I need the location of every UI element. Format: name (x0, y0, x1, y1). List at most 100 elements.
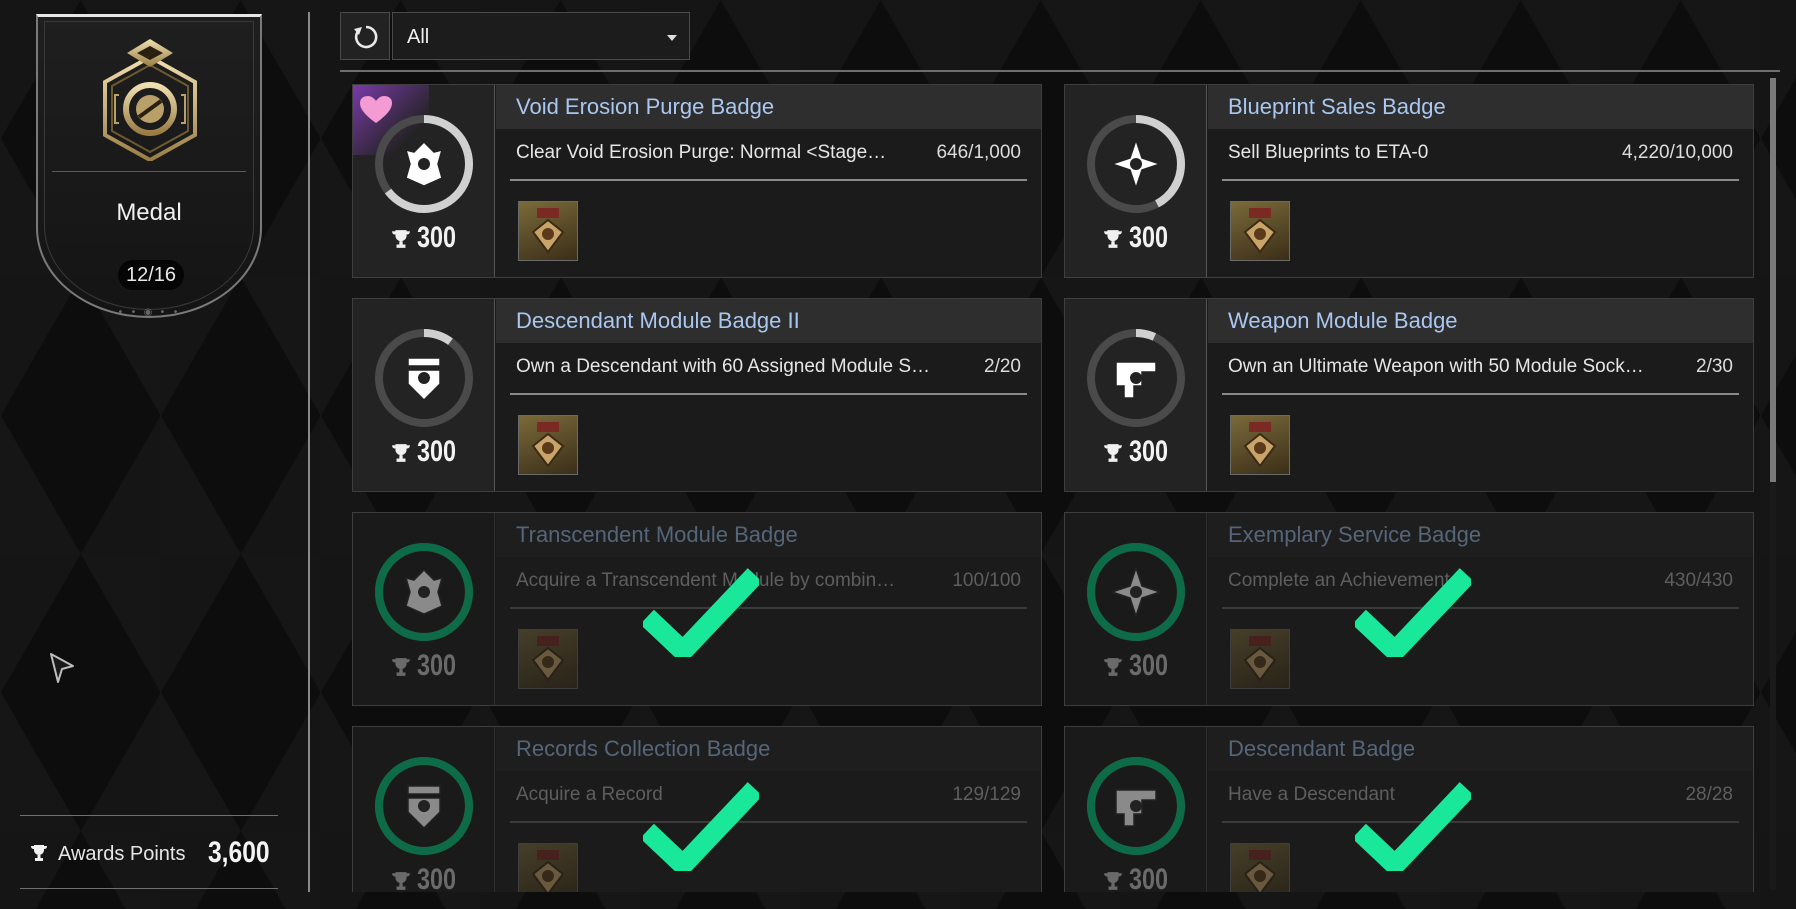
badge-card[interactable]: 300 Exemplary Service Badge Complete an … (1064, 512, 1754, 706)
badge-progress-ring (1087, 329, 1185, 427)
badge-title: Descendant Module Badge II (516, 308, 800, 333)
badge-progress-ring (375, 757, 473, 855)
badge-icon-box: 300 (1065, 299, 1207, 491)
badge-emblem-icon (407, 357, 441, 402)
badge-card[interactable]: 300 Descendant Module Badge II Own a Des… (352, 298, 1042, 492)
badge-points-value: 300 (1129, 863, 1169, 892)
medal-category-card[interactable]: Medal 12/16 • • ◉ • • (36, 14, 262, 318)
awards-points-bar: Awards Points 3,600 (20, 815, 278, 889)
badge-points-value: 300 (417, 435, 457, 468)
medal-reward-icon (531, 850, 565, 892)
badge-divider (510, 179, 1027, 181)
filter-dropdown[interactable]: All (392, 12, 690, 60)
badge-icon-box: 300 (1065, 513, 1207, 705)
badge-points-value: 300 (1129, 649, 1169, 682)
badge-divider (510, 821, 1027, 823)
badge-icon-box: 300 (353, 85, 495, 277)
badge-progress-text: 2/20 (984, 356, 1021, 377)
badge-card[interactable]: 300 Blueprint Sales Badge Sell Blueprint… (1064, 84, 1754, 278)
badge-divider (1222, 179, 1739, 181)
badge-divider (1222, 393, 1739, 395)
badge-title: Exemplary Service Badge (1228, 522, 1482, 547)
trophy-icon (1104, 230, 1122, 248)
badge-card[interactable]: 300 Descendant Badge Have a Descendant 2… (1064, 726, 1754, 892)
badge-points-value: 300 (1129, 435, 1169, 468)
badge-points-value: 300 (417, 221, 457, 254)
badge-reward-item[interactable] (518, 415, 578, 475)
badge-emblem-icon (1115, 361, 1157, 399)
badge-progress-ring (1087, 543, 1185, 641)
scrollbar[interactable] (1770, 78, 1776, 890)
badge-icon-box: 300 (353, 299, 495, 491)
badge-card[interactable]: 300 Transcendent Module Badge Acquire a … (352, 512, 1042, 706)
badge-progress-ring (375, 115, 473, 213)
badge-emblem-icon (1109, 565, 1163, 619)
badge-progress-ring (375, 329, 473, 427)
check-icon (1355, 568, 1471, 657)
left-panel: Medal 12/16 • • ◉ • • Awards Points 3,60… (0, 0, 300, 909)
badge-points-value: 300 (417, 649, 457, 682)
badge-points-value: 300 (1129, 221, 1169, 254)
badge-divider (1222, 821, 1739, 823)
badge-icon-box: 300 (353, 727, 495, 892)
medal-divider (52, 171, 246, 172)
badge-icon-box: 300 (1065, 85, 1207, 277)
badge-reward-item[interactable] (518, 201, 578, 261)
check-icon (1355, 782, 1471, 871)
awards-points-label: Awards Points (58, 843, 186, 865)
medal-reward-icon (531, 208, 565, 254)
badge-icon-box: 300 (1065, 727, 1207, 892)
badge-points-value: 300 (417, 863, 457, 892)
badge-progress-text: 129/129 (952, 784, 1021, 805)
badge-title-bar: Descendant Badge (1208, 727, 1753, 771)
trophy-icon (1104, 658, 1122, 676)
medal-reward-icon (1243, 850, 1277, 892)
medal-title: Medal (116, 199, 182, 226)
badge-description: Own a Descendant with 60 Assigned Module… (516, 356, 936, 377)
badge-reward-item[interactable] (518, 843, 578, 892)
badge-progress-ring (1087, 115, 1185, 213)
badge-emblem-icon (404, 140, 444, 187)
medal-decoration-dots: • • ◉ • • (117, 307, 181, 318)
badge-title: Descendant Badge (1228, 736, 1416, 761)
badge-title-bar: Transcendent Module Badge (496, 513, 1041, 557)
badge-description: Own an Ultimate Weapon with 50 Module So… (1228, 356, 1644, 377)
badge-emblem-icon (1109, 137, 1163, 191)
badge-title: Transcendent Module Badge (516, 522, 798, 547)
badge-icon-box: 300 (353, 513, 495, 705)
badge-title: Records Collection Badge (516, 736, 771, 761)
mouse-cursor-icon (50, 653, 74, 683)
badge-divider (1222, 607, 1739, 609)
badge-emblem-icon (404, 568, 444, 615)
badge-progress-ring (375, 543, 473, 641)
badge-progress-text: 4,220/10,000 (1622, 142, 1733, 163)
awards-points-value: 3,600 (208, 836, 270, 869)
badge-reward-item[interactable] (518, 629, 578, 689)
badge-title-bar: Weapon Module Badge (1208, 299, 1753, 343)
badge-card[interactable]: 300 Void Erosion Purge Badge Clear Void … (352, 84, 1042, 278)
badge-reward-item[interactable] (1230, 415, 1290, 475)
badge-card[interactable]: 300 Weapon Module Badge Own an Ultimate … (1064, 298, 1754, 492)
medal-count-badge: 12/16 (118, 260, 184, 290)
medal-reward-icon (531, 636, 565, 682)
check-icon (643, 782, 759, 871)
vertical-separator (308, 12, 310, 892)
badge-title: Weapon Module Badge (1228, 308, 1458, 333)
header-divider (340, 70, 1780, 72)
badge-title-bar: Exemplary Service Badge (1208, 513, 1753, 557)
badge-reward-item[interactable] (1230, 201, 1290, 261)
badge-progress-text: 430/430 (1664, 570, 1733, 591)
badge-reward-item[interactable] (1230, 629, 1290, 689)
badge-progress-text: 646/1,000 (936, 142, 1021, 163)
badge-reward-item[interactable] (1230, 843, 1290, 892)
trophy-icon (392, 872, 410, 890)
medal-emblem-icon (103, 39, 197, 161)
badge-card[interactable]: 300 Records Collection Badge Acquire a R… (352, 726, 1042, 892)
trophy-icon (392, 444, 410, 462)
trophy-icon (1104, 444, 1122, 462)
trophy-icon (1104, 872, 1122, 890)
scrollbar-thumb[interactable] (1770, 78, 1776, 482)
badge-title: Void Erosion Purge Badge (516, 94, 775, 119)
refresh-button[interactable] (340, 12, 390, 60)
badge-description: Clear Void Erosion Purge: Normal <Stage… (516, 142, 887, 163)
